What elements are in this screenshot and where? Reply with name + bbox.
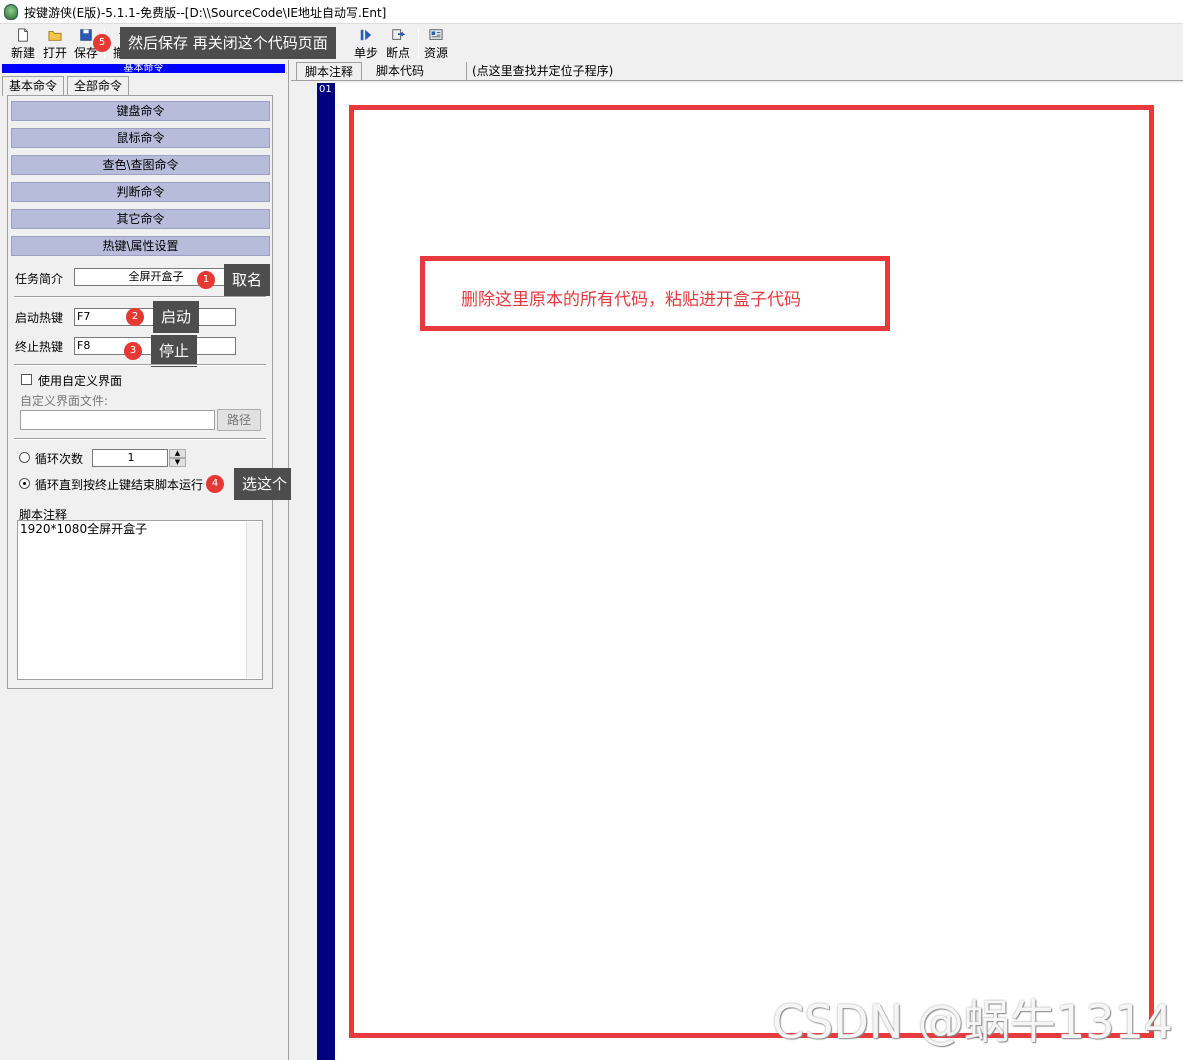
- loop-count-label: 循环次数: [35, 452, 84, 466]
- task-label: 任务简介: [15, 272, 64, 286]
- step-button[interactable]: 单步: [351, 24, 381, 62]
- tab-all-commands[interactable]: 全部命令: [67, 76, 130, 96]
- annotation-3-tip: 停止: [151, 335, 198, 367]
- loop-count-down[interactable]: ▼: [169, 458, 186, 467]
- loop-until-stop-radio[interactable]: [19, 478, 30, 489]
- command-other[interactable]: 其它命令: [11, 209, 270, 229]
- custom-ui-file-field[interactable]: [20, 410, 215, 430]
- script-notes-textarea[interactable]: 1920*1080全屏开盒子: [17, 520, 263, 680]
- step-icon: [360, 29, 372, 41]
- step-label: 单步: [353, 46, 378, 60]
- annotation-1-badge: 1: [197, 271, 215, 289]
- loop-count-radio[interactable]: [19, 452, 30, 463]
- instruction-text: 删除这里原本的所有代码，粘贴进开盒子代码: [461, 290, 801, 310]
- line-number: 01: [319, 84, 332, 95]
- loop-count-up[interactable]: ▲: [169, 449, 186, 458]
- tab-basic-commands[interactable]: 基本命令: [2, 76, 65, 96]
- custom-ui-checkbox[interactable]: [21, 374, 32, 385]
- annotation-4-badge: 4: [206, 475, 224, 493]
- resource-button[interactable]: 资源: [421, 24, 451, 62]
- command-condition[interactable]: 判断命令: [11, 182, 270, 202]
- open-label: 打开: [42, 46, 67, 60]
- line-number-gutter: [317, 83, 335, 1060]
- loop-count-field[interactable]: 1: [92, 449, 168, 467]
- left-pane-header: 基本命令: [2, 64, 285, 73]
- new-file-icon: [18, 28, 28, 42]
- tab-script-notes[interactable]: 脚本注释: [296, 62, 363, 80]
- annotation-3-badge: 3: [124, 342, 142, 360]
- command-mouse[interactable]: 鼠标命令: [11, 128, 270, 148]
- tab-script-code[interactable]: 脚本代码: [370, 62, 430, 80]
- subroutine-search[interactable]: (点这里查找并定位子程序): [472, 62, 613, 80]
- new-button[interactable]: 新建: [8, 24, 38, 62]
- new-label: 新建: [10, 46, 35, 60]
- custom-ui-file-label: 自定义界面文件:: [20, 394, 109, 408]
- stop-hotkey-label: 终止热键: [15, 340, 64, 354]
- command-hotkey-settings[interactable]: 热键\属性设置: [11, 236, 270, 256]
- window-title: 按键游侠(E版)-5.1.1-免费版--[D:\\SourceCode\IE地址…: [24, 6, 387, 20]
- app-icon: [4, 4, 18, 20]
- path-button[interactable]: 路径: [217, 409, 261, 431]
- title-bar: 按键游侠(E版)-5.1.1-免费版--[D:\\SourceCode\IE地址…: [0, 0, 1183, 24]
- annotation-2-badge: 2: [126, 308, 144, 326]
- open-folder-icon: [48, 31, 62, 41]
- annotation-5-badge: 5: [93, 34, 111, 52]
- loop-until-stop-label: 循环直到按终止键结束脚本运行: [35, 478, 204, 492]
- breakpoint-button[interactable]: 断点: [383, 24, 413, 62]
- annotation-4-tip: 选这个: [234, 468, 296, 500]
- open-button[interactable]: 打开: [40, 24, 70, 62]
- annotation-5-tip: 然后保存 再关闭这个代码页面: [120, 27, 336, 59]
- code-area-highlight: [349, 105, 1154, 1038]
- resource-label: 资源: [423, 46, 448, 60]
- start-hotkey-label: 启动热键: [15, 311, 64, 325]
- instruction-box: 删除这里原本的所有代码，粘贴进开盒子代码: [420, 256, 890, 331]
- annotation-1-tip: 取名: [224, 264, 271, 296]
- resource-icon: [429, 29, 443, 40]
- notes-scrollbar[interactable]: [246, 522, 262, 678]
- script-notes-text: 1920*1080全屏开盒子: [20, 522, 148, 536]
- watermark: CSDN @蜗牛1314: [772, 995, 1173, 1049]
- custom-ui-label: 使用自定义界面: [38, 374, 123, 388]
- save-disk-icon: [80, 29, 92, 41]
- annotation-2-tip: 启动: [153, 301, 200, 333]
- breakpoint-icon: [392, 29, 406, 40]
- breakpoint-label: 断点: [385, 46, 410, 60]
- command-color-image[interactable]: 查色\查图命令: [11, 155, 270, 175]
- command-keyboard[interactable]: 键盘命令: [11, 101, 270, 121]
